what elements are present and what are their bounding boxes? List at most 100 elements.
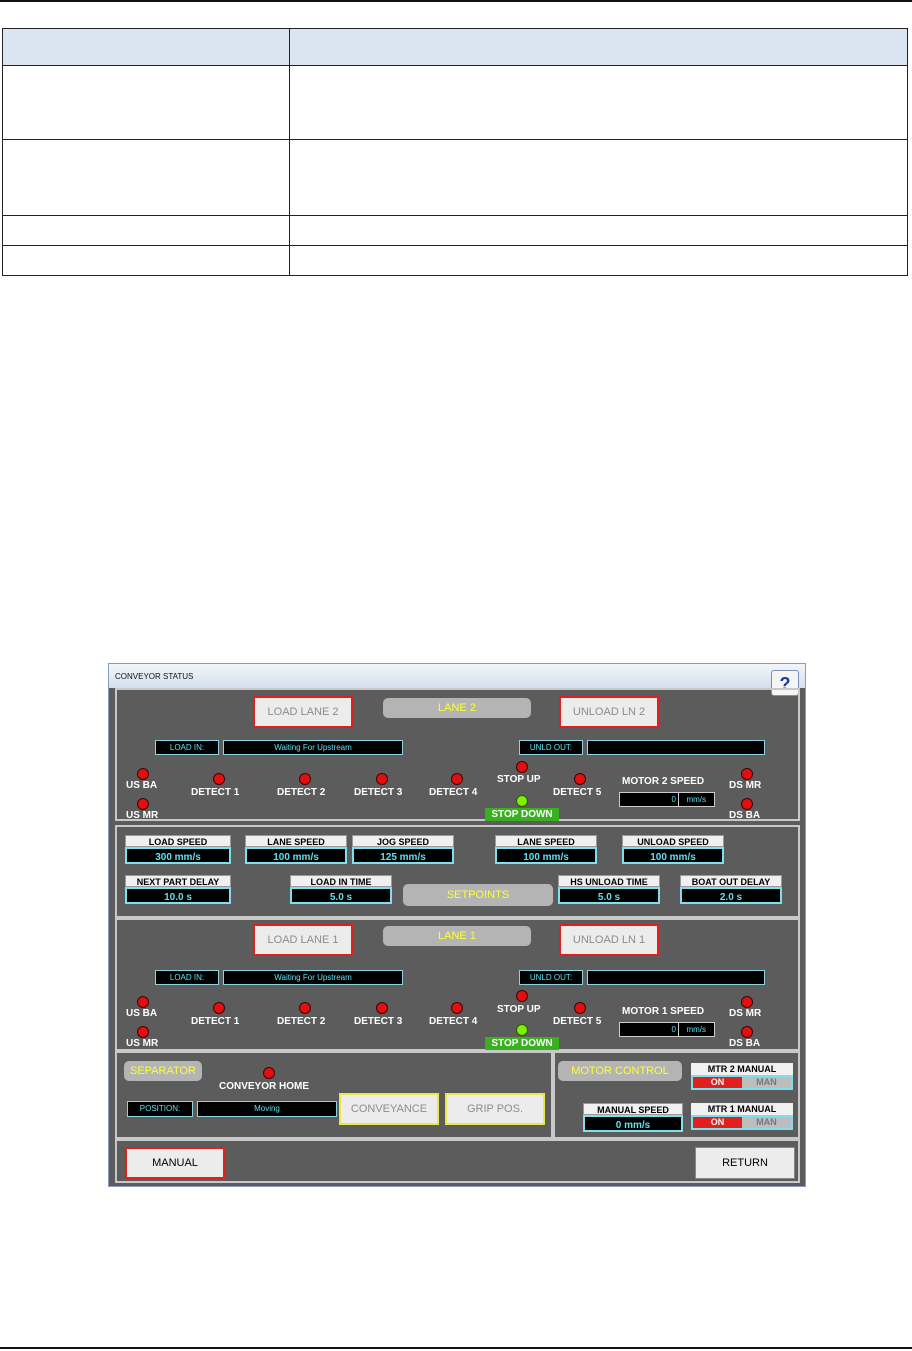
mtr2-manual-switch[interactable]: ON MAN: [691, 1075, 793, 1090]
ds-ba-label: DS BA: [729, 810, 761, 821]
manual-speed-value[interactable]: 0 mm/s: [583, 1115, 683, 1132]
mtr1-manual-label: MTR 1 MANUAL: [691, 1103, 793, 1115]
next-part-delay-label: NEXT PART DELAY: [125, 875, 231, 887]
ds-mr-led: [741, 768, 753, 780]
jog-speed-value[interactable]: 125 mm/s: [352, 847, 454, 864]
jog-speed-label: JOG SPEED: [352, 835, 454, 847]
table-row: [2, 139, 908, 216]
load-lane2-button[interactable]: LOAD LANE 2: [253, 696, 353, 728]
lane-speed-setpoint-b: LANE SPEED 100 mm/s: [495, 835, 597, 864]
lane-speed-b-value[interactable]: 100 mm/s: [495, 847, 597, 864]
boat-out-delay-setpoint: BOAT OUT DELAY 2.0 s: [680, 875, 782, 904]
lane2-panel: LOAD LANE 2 LANE 2 UNLOAD LN 2 LOAD IN: …: [115, 688, 800, 821]
lane2-label: LANE 2: [383, 698, 531, 718]
unload-ln2-button[interactable]: UNLOAD LN 2: [559, 696, 659, 728]
detect5-led: [574, 1002, 586, 1014]
ds-mr-led: [741, 996, 753, 1008]
detect3-led: [376, 1002, 388, 1014]
mtr2-manual-toggle[interactable]: MTR 2 MANUAL ON MAN: [691, 1063, 793, 1090]
load-in-time-value[interactable]: 5.0 s: [290, 887, 392, 904]
detect2-label: DETECT 2: [277, 787, 326, 798]
unld-out-value: [587, 970, 765, 985]
load-in-time-label: LOAD IN TIME: [290, 875, 392, 887]
separator-panel: SEPARATOR CONVEYOR HOME POSITION: Moving…: [115, 1051, 553, 1139]
detect5-label: DETECT 5: [553, 1016, 602, 1027]
unld-out-label: UNLD OUT:: [519, 740, 583, 755]
stop-up-label: STOP UP: [497, 1004, 541, 1015]
us-mr-label: US MR: [126, 810, 159, 821]
motor-control-label: MOTOR CONTROL: [558, 1061, 682, 1081]
detect1-label: DETECT 1: [191, 1016, 240, 1027]
detect1-label: DETECT 1: [191, 787, 240, 798]
us-ba-led: [137, 768, 149, 780]
grip-pos-button[interactable]: GRIP POS.: [445, 1093, 545, 1125]
load-in-value: Waiting For Upstream: [223, 740, 403, 755]
return-button[interactable]: RETURN: [695, 1147, 795, 1179]
us-mr-led: [137, 1026, 149, 1038]
detect3-led: [376, 773, 388, 785]
mtr2-on-option[interactable]: ON: [693, 1077, 742, 1088]
mtr1-manual-switch[interactable]: ON MAN: [691, 1115, 793, 1130]
ds-ba-label: DS BA: [729, 1038, 761, 1049]
table-row: [2, 65, 908, 140]
conveyor-home-led: [263, 1067, 275, 1079]
manual-speed-label: MANUAL SPEED: [583, 1103, 683, 1115]
lane-speed-a-value[interactable]: 100 mm/s: [245, 847, 347, 864]
ds-mr-label: DS MR: [729, 1008, 762, 1019]
motor-control-panel: MOTOR CONTROL MTR 2 MANUAL ON MAN MANUAL…: [553, 1051, 800, 1139]
next-part-delay-setpoint: NEXT PART DELAY 10.0 s: [125, 875, 231, 904]
table-header-row: [2, 28, 908, 66]
setpoints-panel: LOAD SPEED 300 mm/s LANE SPEED 100 mm/s …: [115, 825, 800, 918]
hs-unload-time-value[interactable]: 5.0 s: [558, 887, 660, 904]
conveyance-button[interactable]: CONVEYANCE: [339, 1093, 439, 1125]
us-ba-label: US BA: [126, 780, 158, 791]
separator-label: SEPARATOR: [124, 1061, 202, 1081]
hs-unload-time-label: HS UNLOAD TIME: [558, 875, 660, 887]
detect1-led: [213, 1002, 225, 1014]
detect4-led: [451, 1002, 463, 1014]
unload-ln1-button[interactable]: UNLOAD LN 1: [559, 924, 659, 956]
load-in-label: LOAD IN:: [155, 740, 219, 755]
lane1-label: LANE 1: [383, 926, 531, 946]
mtr1-on-option[interactable]: ON: [693, 1117, 742, 1128]
table-row: [2, 215, 908, 246]
setpoints-label: SETPOINTS: [403, 884, 553, 906]
detect5-label: DETECT 5: [553, 787, 602, 798]
load-speed-label: LOAD SPEED: [125, 835, 231, 847]
motor2-speed-unit: mm/s: [686, 795, 706, 804]
jog-speed-setpoint: JOG SPEED 125 mm/s: [352, 835, 454, 864]
ds-ba-led: [741, 1026, 753, 1038]
load-lane1-button[interactable]: LOAD LANE 1: [253, 924, 353, 956]
detect5-led: [574, 773, 586, 785]
mtr1-manual-toggle[interactable]: MTR 1 MANUAL ON MAN: [691, 1103, 793, 1130]
load-speed-setpoint: LOAD SPEED 300 mm/s: [125, 835, 231, 864]
conveyor-status-window: CONVEYOR STATUS ? LOAD LANE 2 LANE 2 UNL…: [108, 663, 806, 1187]
motor2-speed-display: 0 mm/s: [619, 792, 715, 807]
manual-button[interactable]: MANUAL: [125, 1147, 225, 1179]
motor1-speed-divider: [678, 1023, 679, 1036]
load-speed-value[interactable]: 300 mm/s: [125, 847, 231, 864]
mtr1-man-option[interactable]: MAN: [742, 1117, 791, 1128]
detect3-label: DETECT 3: [354, 787, 403, 798]
detect1-led: [213, 773, 225, 785]
motor2-speed-divider: [678, 793, 679, 806]
position-label: POSITION:: [127, 1101, 193, 1117]
us-ba-label: US BA: [126, 1008, 158, 1019]
ds-mr-label: DS MR: [729, 780, 762, 791]
mtr2-man-option[interactable]: MAN: [742, 1077, 791, 1088]
next-part-delay-value[interactable]: 10.0 s: [125, 887, 231, 904]
unld-out-value: [587, 740, 765, 755]
boat-out-delay-value[interactable]: 2.0 s: [680, 887, 782, 904]
detect2-led: [299, 1002, 311, 1014]
boat-out-delay-label: BOAT OUT DELAY: [680, 875, 782, 887]
us-ba-led: [137, 996, 149, 1008]
detect2-label: DETECT 2: [277, 1016, 326, 1027]
unload-speed-label: UNLOAD SPEED: [622, 835, 724, 847]
stop-up-led: [516, 990, 528, 1002]
lane-speed-setpoint-a: LANE SPEED 100 mm/s: [245, 835, 347, 864]
stop-down-led: [516, 795, 528, 807]
document-table: [2, 28, 908, 276]
unload-speed-value[interactable]: 100 mm/s: [622, 847, 724, 864]
stop-down-indicator: STOP DOWN: [485, 1037, 559, 1050]
manual-speed-setpoint: MANUAL SPEED 0 mm/s: [583, 1103, 683, 1132]
